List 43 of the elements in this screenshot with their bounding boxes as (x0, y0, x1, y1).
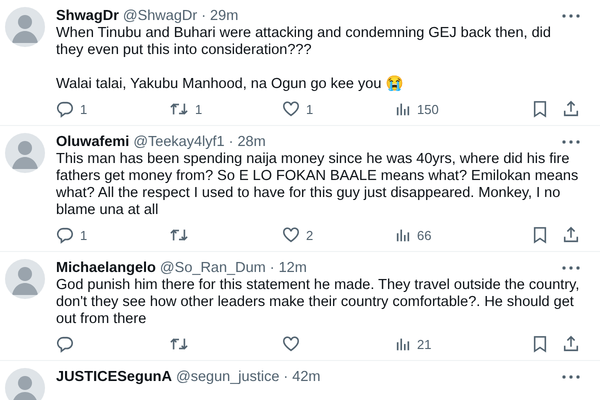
reply-icon[interactable] (56, 335, 74, 353)
views-icon[interactable] (395, 101, 411, 117)
view-count: 150 (417, 102, 439, 116)
display-name[interactable]: ShwagDr (56, 8, 119, 24)
share-icon[interactable] (562, 335, 580, 353)
display-name[interactable]: JUSTICESegunA (56, 369, 172, 385)
post-time: · 42m (283, 369, 320, 385)
more-icon[interactable] (562, 14, 580, 18)
user-handle[interactable]: @segun_justice (176, 369, 280, 385)
post-time: · 29m (201, 8, 238, 24)
share-icon[interactable] (562, 100, 580, 118)
view-count: 66 (417, 228, 432, 242)
view-count: 21 (417, 336, 432, 352)
display-name[interactable]: Michaelangelo (56, 260, 156, 276)
reply-count: 1 (80, 102, 88, 116)
reply-icon[interactable] (56, 226, 74, 244)
more-icon[interactable] (562, 140, 580, 144)
post-time: · 12m (270, 260, 307, 276)
post-text: Walai talai, Yakubu Manhood, na Ogun go kee you 😭 (56, 76, 404, 93)
user-handle[interactable]: @So_Ran_Dum (160, 260, 266, 276)
more-icon[interactable] (562, 266, 580, 270)
views-icon[interactable] (395, 336, 411, 352)
reply-count: 1 (80, 228, 88, 242)
heart-icon[interactable] (282, 335, 300, 353)
post-time: · 28m (228, 134, 266, 150)
views-icon[interactable] (395, 227, 411, 243)
repost-count: 1 (195, 102, 202, 116)
like-count: 2 (306, 228, 314, 242)
heart-icon[interactable] (282, 226, 300, 244)
heart-icon[interactable] (282, 100, 300, 118)
post-text: God punish him there for this statement he made. They travel outside the country, don't they see how other leaders make their country comfortable?. He should get out from there (56, 277, 580, 328)
reply-icon[interactable] (56, 100, 74, 118)
bookmark-icon[interactable] (532, 226, 548, 244)
post-text: When Tinubu and Buhari were attacking and condemning GEJ back then, did they even put this into consideration??? (56, 25, 552, 59)
post-text: This man has been spending naija money since he was 40yrs, where did his fire fathers get money from? So E LO FOKAN BAALE means what? Emilokan means what? All the respect I used to have for this guy just disappeared. Monkey, I no blame una at all (56, 151, 580, 219)
bookmark-icon[interactable] (532, 335, 548, 353)
more-icon[interactable] (562, 375, 580, 379)
like-count: 1 (306, 102, 314, 116)
share-icon[interactable] (562, 226, 580, 244)
user-handle[interactable]: @ShwagDr (122, 8, 198, 24)
display-name[interactable]: Oluwafemi (56, 134, 130, 150)
user-handle[interactable]: @Teekay4lyf1 (133, 134, 225, 150)
bookmark-icon[interactable] (532, 100, 548, 118)
